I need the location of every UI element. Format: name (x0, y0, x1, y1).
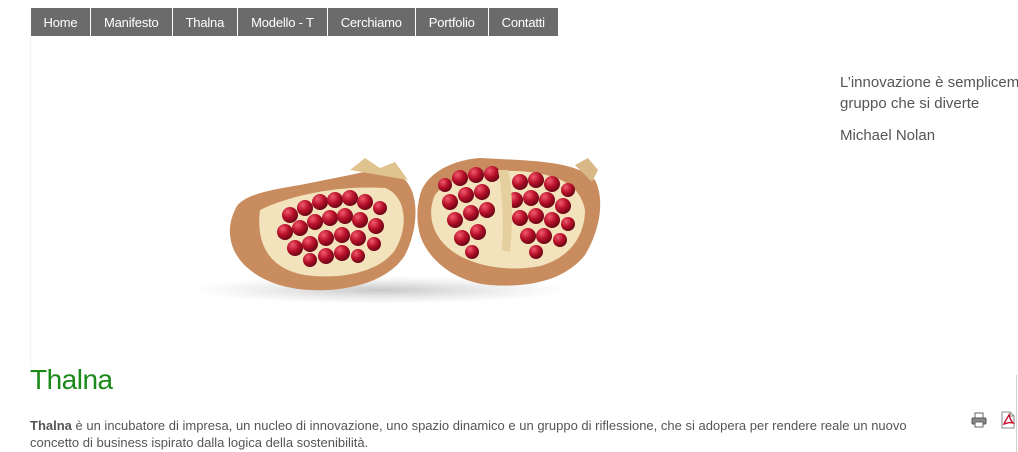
nav-item-home[interactable]: Home (31, 8, 91, 36)
nav-item-contatti[interactable]: Contatti (489, 8, 558, 36)
quote-line-1: L’innovazione è semplicem (840, 74, 1018, 91)
nav-item-portfolio[interactable]: Portfolio (416, 8, 489, 36)
intro-paragraph: Thalna è un incubatore di impresa, un nu… (30, 417, 930, 451)
nav-item-manifesto[interactable]: Manifesto (91, 8, 173, 36)
right-divider (1016, 375, 1017, 452)
quote-line-2: gruppo che si diverte (840, 95, 980, 112)
hero-pomegranate-image (190, 158, 601, 304)
intro-text: è un incubatore di impresa, un nucleo di… (30, 418, 907, 450)
quote-text: L’innovazione è semplicem gruppo che si … (840, 72, 1018, 114)
page-title: Thalna (30, 364, 113, 395)
content-divider (30, 36, 31, 366)
nav-item-cerchiamo[interactable]: Cerchiamo (328, 8, 416, 36)
print-icon[interactable] (971, 412, 987, 428)
quote-author: Michael Nolan (840, 127, 936, 144)
main-nav: Home Manifesto Thalna Modello - T Cerchi… (31, 8, 558, 36)
nav-item-modello-t[interactable]: Modello - T (238, 8, 328, 36)
pdf-icon[interactable] (1000, 411, 1016, 429)
nav-item-thalna[interactable]: Thalna (173, 8, 239, 36)
intro-bold: Thalna (30, 418, 72, 433)
